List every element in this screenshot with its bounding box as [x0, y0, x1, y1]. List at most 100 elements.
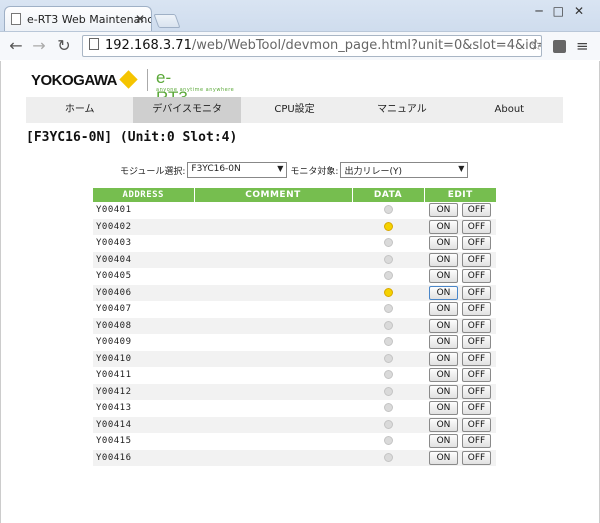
on-button[interactable]: ON — [429, 368, 458, 383]
address-cell: Y00411 — [96, 370, 132, 381]
close-window-icon[interactable]: ✕ — [574, 4, 594, 18]
off-button[interactable]: OFF — [462, 368, 491, 383]
on-button[interactable]: ON — [429, 285, 458, 300]
url-path: /web/WebTool/devmon_page.html?unit=0&slo… — [191, 38, 542, 53]
led-off-icon — [383, 403, 393, 413]
on-button[interactable]: ON — [429, 351, 458, 366]
page-icon — [89, 38, 99, 50]
nav-item-2[interactable]: CPU設定 — [241, 97, 348, 123]
on-button[interactable]: ON — [429, 450, 458, 465]
module-select-label: モジュール選択: — [120, 166, 186, 177]
on-button[interactable]: ON — [429, 203, 458, 218]
table-row: Y00411 ON OFF — [93, 367, 496, 384]
on-button[interactable]: ON — [429, 335, 458, 350]
minimize-icon[interactable]: ─ — [535, 4, 552, 18]
nav-item-4[interactable]: About — [456, 97, 563, 123]
browser-tab[interactable]: e-RT3 Web Maintenanc ✕ — [4, 6, 152, 32]
edit-cell: ON OFF — [424, 284, 496, 301]
data-cell — [352, 301, 424, 318]
off-button[interactable]: OFF — [462, 269, 491, 284]
edit-cell: ON OFF — [424, 367, 496, 384]
on-button[interactable]: ON — [429, 236, 458, 251]
address-cell: Y00409 — [96, 337, 132, 348]
data-cell — [352, 400, 424, 417]
module-select-value: F3YC16-0N — [191, 164, 241, 174]
bookmark-star-icon[interactable]: ☆ — [530, 38, 543, 54]
module-select[interactable]: F3YC16-0N ▼ — [187, 162, 288, 178]
on-button[interactable]: ON — [429, 401, 458, 416]
menu-icon[interactable]: ≡ — [576, 37, 589, 55]
data-cell — [352, 433, 424, 450]
close-tab-icon[interactable]: ✕ — [135, 12, 145, 26]
address-cell: Y00406 — [93, 284, 194, 301]
target-select-label: モニタ対象: — [290, 166, 339, 177]
data-cell — [352, 235, 424, 252]
off-button[interactable]: OFF — [462, 384, 491, 399]
off-button[interactable]: OFF — [462, 252, 491, 267]
nav-item-3[interactable]: マニュアル — [348, 97, 455, 123]
browser-toolbar: ← → ↻ 192.168.3.71/web/WebTool/devmon_pa… — [0, 31, 600, 60]
comment-cell — [194, 317, 352, 334]
led-off-icon — [383, 419, 393, 429]
target-select-value: 出力リレー(Y) — [344, 167, 402, 177]
on-button[interactable]: ON — [429, 384, 458, 399]
forward-arrow-icon[interactable]: → — [29, 36, 49, 55]
edit-cell: ON OFF — [424, 301, 496, 318]
led-off-icon — [383, 254, 393, 264]
off-button[interactable]: OFF — [462, 236, 491, 251]
off-button[interactable]: OFF — [462, 351, 491, 366]
off-button[interactable]: OFF — [462, 335, 491, 350]
edit-cell: ON OFF — [424, 334, 496, 351]
chevron-down-icon: ▼ — [277, 164, 284, 173]
address-bar[interactable]: 192.168.3.71/web/WebTool/devmon_page.htm… — [82, 35, 542, 57]
led-off-icon — [383, 238, 393, 248]
address-cell: Y00415 — [96, 436, 132, 447]
led-off-icon — [383, 436, 393, 446]
off-button[interactable]: OFF — [462, 450, 491, 465]
on-button[interactable]: ON — [429, 318, 458, 333]
led-off-icon — [383, 370, 393, 380]
on-button[interactable]: ON — [429, 417, 458, 432]
on-button[interactable]: ON — [429, 269, 458, 284]
on-button[interactable]: ON — [429, 434, 458, 449]
on-button[interactable]: ON — [429, 252, 458, 267]
off-button[interactable]: OFF — [462, 285, 491, 300]
comment-cell — [194, 416, 352, 433]
back-arrow-icon[interactable]: ← — [6, 36, 26, 55]
led-off-icon — [383, 353, 393, 363]
off-button[interactable]: OFF — [462, 203, 491, 218]
led-off-icon — [383, 271, 393, 281]
new-tab-button[interactable] — [153, 14, 181, 28]
led-off-icon — [383, 337, 393, 347]
nav-item-1[interactable]: デバイスモニタ — [133, 97, 241, 123]
target-select[interactable]: 出力リレー(Y) ▼ — [340, 162, 469, 178]
window-controls[interactable]: ─□✕ — [535, 4, 594, 18]
address-cell: Y00416 — [93, 449, 194, 466]
table-row: Y00416 ON OFF — [93, 449, 496, 466]
off-button[interactable]: OFF — [462, 302, 491, 317]
comment-cell — [194, 383, 352, 400]
edit-cell: ON OFF — [424, 350, 496, 367]
maximize-icon[interactable]: □ — [553, 4, 574, 18]
address-cell: Y00408 — [93, 317, 194, 334]
off-button[interactable]: OFF — [462, 318, 491, 333]
table-row: Y00410 ON OFF — [93, 350, 496, 367]
data-cell — [352, 218, 424, 235]
on-button[interactable]: ON — [429, 302, 458, 317]
edit-cell: ON OFF — [424, 433, 496, 450]
comment-cell — [194, 268, 352, 285]
on-button[interactable]: ON — [429, 219, 458, 234]
off-button[interactable]: OFF — [462, 434, 491, 449]
led-off-icon — [383, 386, 393, 396]
reload-icon[interactable]: ↻ — [54, 36, 74, 55]
nav-item-0[interactable]: ホーム — [26, 97, 133, 123]
off-button[interactable]: OFF — [462, 401, 491, 416]
off-button[interactable]: OFF — [462, 417, 491, 432]
extension-icon[interactable] — [553, 40, 566, 53]
off-button[interactable]: OFF — [462, 219, 491, 234]
url-host: 192.168.3.71 — [105, 38, 192, 53]
address-cell: Y00403 — [96, 238, 132, 249]
edit-cell: ON OFF — [424, 317, 496, 334]
table-row: Y00401 ON OFF — [93, 202, 496, 219]
edit-cell: ON OFF — [424, 449, 496, 466]
